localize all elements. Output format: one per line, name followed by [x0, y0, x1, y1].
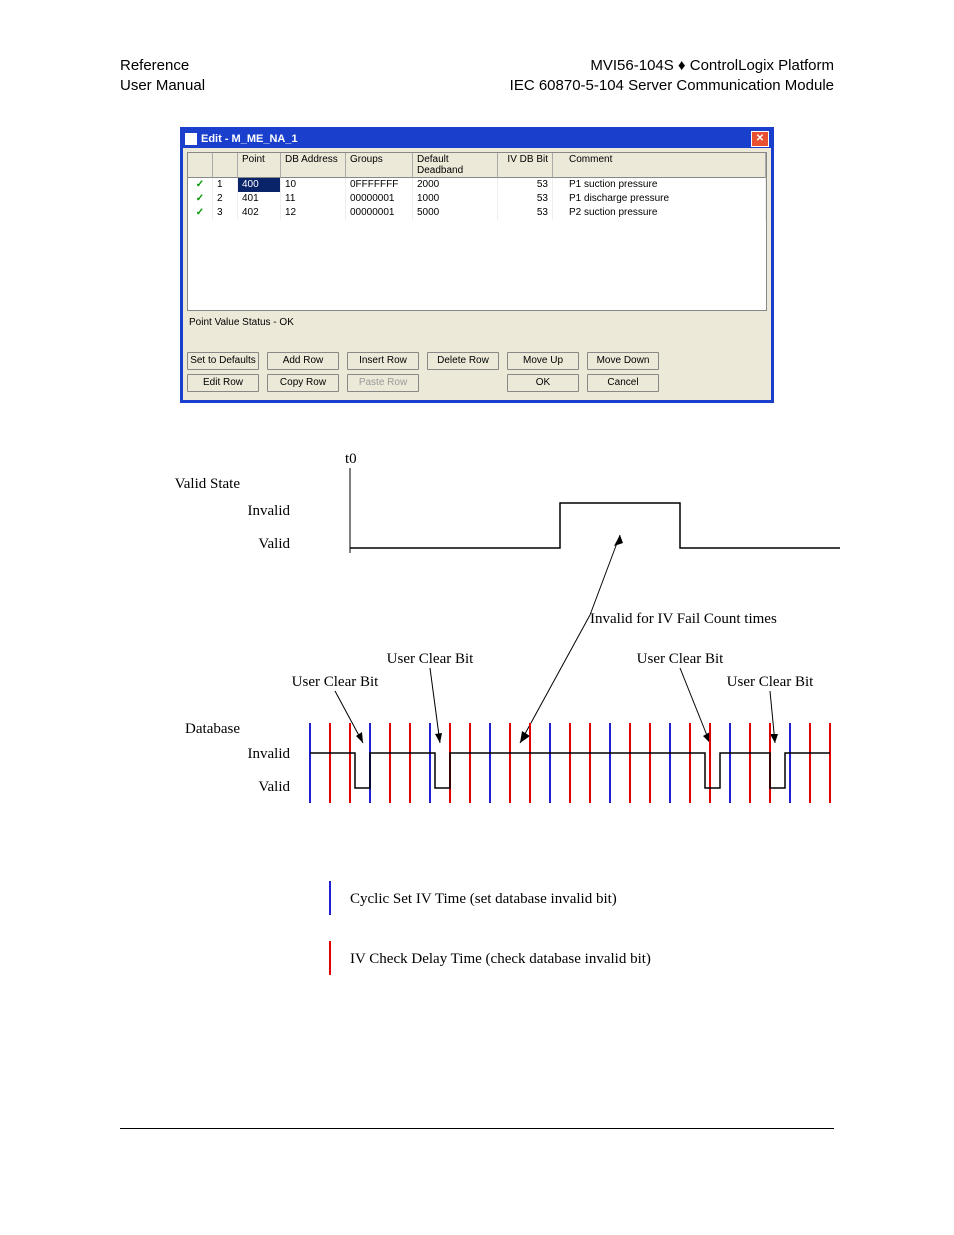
- col-header-iv: IV DB Bit: [498, 153, 553, 178]
- valid-state-label: Valid State: [175, 476, 241, 492]
- header-left-line2: User Manual: [120, 76, 205, 96]
- col-header-groups: Groups: [346, 153, 413, 178]
- table-row[interactable]: ✓1400100FFFFFFF200053P1 suction pressure: [188, 178, 766, 192]
- data-grid[interactable]: Point DB Address Groups Default Deadband…: [187, 152, 767, 311]
- copy-row-button[interactable]: Copy Row: [267, 374, 339, 392]
- ok-button[interactable]: OK: [507, 374, 579, 392]
- user-clear-bit-label: User Clear Bit: [292, 674, 379, 690]
- dialog-title: Edit - M_ME_NA_1: [201, 133, 751, 145]
- add-row-button[interactable]: Add Row: [267, 352, 339, 370]
- status-text: Point Value Status - OK: [187, 311, 767, 352]
- col-header-point: Point: [238, 153, 281, 178]
- valid-label-top: Valid: [258, 536, 290, 552]
- set-defaults-button[interactable]: Set to Defaults: [187, 352, 259, 370]
- header-right-line1: MVI56-104S ♦ ControlLogix Platform: [510, 56, 834, 76]
- edit-row-button[interactable]: Edit Row: [187, 374, 259, 392]
- footer-rule: [120, 1128, 834, 1129]
- database-label: Database: [185, 721, 240, 737]
- legend-red-label: IV Check Delay Time (check database inva…: [350, 951, 651, 967]
- col-header-deadband: Default Deadband: [413, 153, 498, 178]
- move-up-button[interactable]: Move Up: [507, 352, 579, 370]
- header-right-line2: IEC 60870-5-104 Server Communication Mod…: [510, 76, 834, 96]
- dialog-titlebar: Edit - M_ME_NA_1 ✕: [183, 130, 771, 148]
- table-row[interactable]: ✓24011100000001100053P1 discharge pressu…: [188, 192, 766, 206]
- valid-label-bottom: Valid: [258, 779, 290, 795]
- user-clear-bit-label: User Clear Bit: [387, 651, 474, 667]
- check-icon: ✓: [196, 207, 204, 218]
- col-header-db: DB Address: [281, 153, 346, 178]
- cancel-button[interactable]: Cancel: [587, 374, 659, 392]
- table-row[interactable]: ✓34021200000001500053P2 suction pressure: [188, 206, 766, 220]
- invalid-label-top: Invalid: [248, 503, 291, 519]
- delete-row-button[interactable]: Delete Row: [427, 352, 499, 370]
- page-header: Reference User Manual MVI56-104S ♦ Contr…: [120, 56, 834, 97]
- paste-row-button[interactable]: Paste Row: [347, 374, 419, 392]
- check-icon: ✓: [196, 193, 204, 204]
- invalid-for-label: Invalid for IV Fail Count times: [590, 611, 777, 627]
- t0-label: t0: [345, 451, 357, 467]
- legend-blue-label: Cyclic Set IV Time (set database invalid…: [350, 891, 617, 907]
- edit-icon: [185, 133, 197, 145]
- header-left-line1: Reference: [120, 56, 205, 76]
- invalid-label-bottom: Invalid: [248, 746, 291, 762]
- grid-header-row: Point DB Address Groups Default Deadband…: [188, 153, 766, 178]
- close-icon[interactable]: ✕: [751, 131, 769, 147]
- timing-diagram: t0 Valid State Invalid Valid Invalid for…: [160, 443, 794, 1068]
- col-header-comment: Comment: [553, 153, 766, 178]
- user-clear-bit-label: User Clear Bit: [727, 674, 814, 690]
- move-down-button[interactable]: Move Down: [587, 352, 659, 370]
- user-clear-bit-label: User Clear Bit: [637, 651, 724, 667]
- insert-row-button[interactable]: Insert Row: [347, 352, 419, 370]
- check-icon: ✓: [196, 179, 204, 190]
- edit-dialog: Edit - M_ME_NA_1 ✕ Point DB Address Grou…: [180, 127, 774, 403]
